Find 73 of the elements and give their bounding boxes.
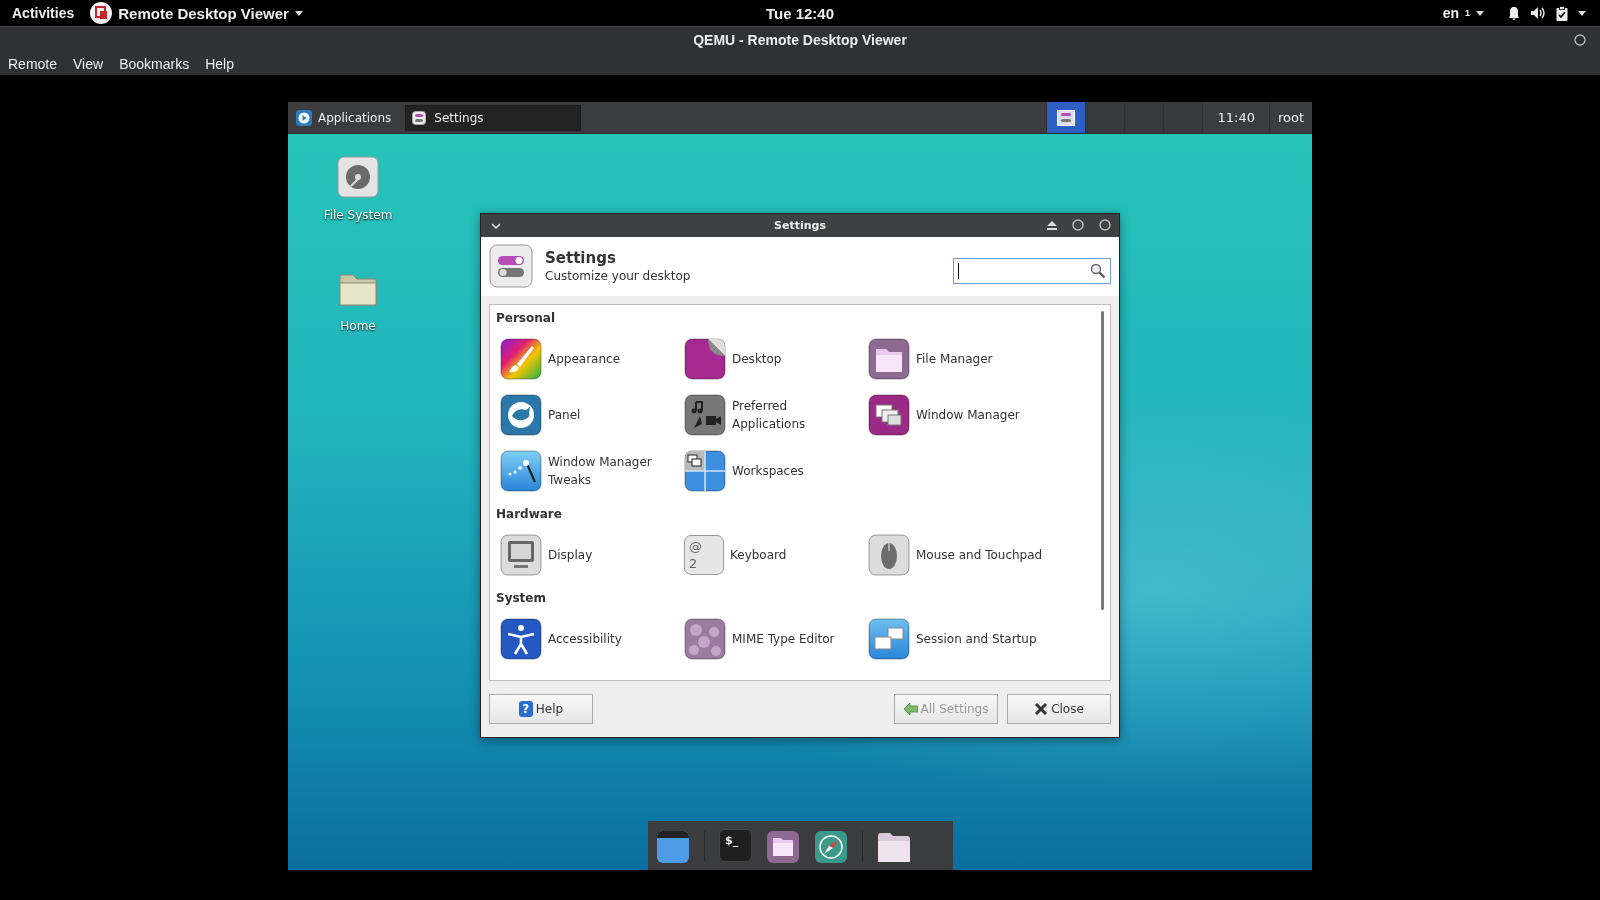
music-video-icon bbox=[684, 393, 726, 436]
workspace-button[interactable] bbox=[1047, 102, 1086, 133]
person-arms-out-icon bbox=[500, 617, 542, 660]
applications-menu[interactable]: Applications bbox=[288, 102, 400, 133]
settings-item[interactable]: Workspaces bbox=[684, 442, 868, 499]
close-button[interactable]: Close bbox=[1007, 694, 1111, 724]
bell-icon bbox=[1508, 6, 1520, 20]
window-thumbnail-icon bbox=[1057, 109, 1076, 126]
caret-icon bbox=[294, 10, 303, 16]
close-icon[interactable] bbox=[1574, 34, 1586, 46]
toggle-switches-icon bbox=[412, 110, 427, 125]
applications-icon bbox=[296, 109, 312, 126]
settings-item[interactable]: Window Manager bbox=[868, 386, 1052, 443]
settings-item[interactable]: Appearance bbox=[500, 330, 684, 387]
settings-item[interactable]: @ 2 Keyboard bbox=[684, 526, 868, 583]
settings-item[interactable]: Window Manager Tweaks bbox=[500, 442, 684, 499]
close-icon bbox=[1034, 702, 1049, 716]
user-menu[interactable]: root bbox=[1268, 102, 1312, 133]
volume-icon bbox=[1530, 6, 1546, 20]
settings-item[interactable]: Display bbox=[500, 526, 684, 583]
help-button[interactable]: ? Help bbox=[489, 694, 593, 724]
key-label: 2 bbox=[689, 554, 699, 572]
settings-item[interactable]: File Manager bbox=[868, 330, 1052, 387]
settings-item[interactable]: Desktop bbox=[684, 330, 868, 387]
app-icon bbox=[90, 2, 113, 24]
eject-icon[interactable] bbox=[1047, 220, 1057, 230]
task-button[interactable]: Settings bbox=[405, 104, 582, 131]
search-icon bbox=[1090, 263, 1106, 280]
page-icon bbox=[684, 337, 726, 380]
search-field[interactable] bbox=[953, 258, 1111, 285]
clock[interactable]: Tue 12:40 bbox=[765, 4, 835, 22]
caret-icon bbox=[1578, 10, 1586, 16]
settings-item[interactable]: Accessibility bbox=[500, 610, 684, 667]
settings-item[interactable]: Preferred Applications bbox=[684, 386, 868, 443]
clipboard-check-icon bbox=[1556, 5, 1568, 21]
section-heading: Personal bbox=[496, 310, 556, 327]
drive-icon bbox=[337, 156, 379, 198]
windows-icon bbox=[868, 617, 910, 660]
brush-icon bbox=[500, 337, 542, 380]
minimize-icon[interactable] bbox=[1072, 219, 1084, 231]
caret-icon bbox=[1476, 10, 1484, 16]
back-arrow-icon bbox=[903, 703, 918, 715]
magic-wand-icon bbox=[500, 449, 542, 492]
terminal-launcher[interactable]: $_ bbox=[719, 829, 752, 862]
window-title: QEMU - Remote Desktop Viewer bbox=[693, 32, 907, 48]
monitor-icon bbox=[500, 533, 542, 576]
menu-item[interactable]: Remote bbox=[2, 56, 64, 72]
section-heading: System bbox=[496, 590, 547, 607]
settings-item[interactable]: MIME Type Editor bbox=[684, 610, 868, 667]
mouse-icon bbox=[868, 533, 910, 576]
dialog-subtitle: Customize your desktop bbox=[545, 269, 692, 284]
app-menu[interactable]: Remote Desktop Viewer bbox=[90, 2, 303, 24]
menu-item[interactable]: Help bbox=[199, 56, 240, 72]
chevron-down-icon[interactable] bbox=[491, 223, 501, 229]
settings-item[interactable]: Session and Startup bbox=[868, 610, 1052, 667]
system-menu[interactable] bbox=[1508, 5, 1586, 21]
clock[interactable]: 11:40 bbox=[1202, 102, 1269, 133]
close-icon[interactable] bbox=[1099, 219, 1111, 231]
folder-icon bbox=[868, 337, 910, 380]
windows-icon bbox=[868, 393, 910, 436]
menu-item[interactable]: Bookmarks bbox=[113, 56, 196, 72]
workspace-grid-icon bbox=[684, 449, 726, 492]
key-label: @ bbox=[689, 537, 703, 555]
help-icon: ? bbox=[518, 701, 533, 717]
window-title: Settings bbox=[774, 218, 826, 232]
settings-item[interactable]: Mouse and Touchpad bbox=[868, 526, 1052, 583]
toggle-switches-icon bbox=[489, 244, 533, 289]
section-heading: Hardware bbox=[496, 506, 563, 523]
settings-item[interactable]: Panel bbox=[500, 386, 684, 443]
dialog-heading: Settings bbox=[545, 249, 617, 268]
activities-button[interactable]: Activities bbox=[12, 3, 75, 23]
menu-item[interactable]: View bbox=[67, 56, 110, 72]
scrollbar[interactable] bbox=[1101, 310, 1104, 610]
